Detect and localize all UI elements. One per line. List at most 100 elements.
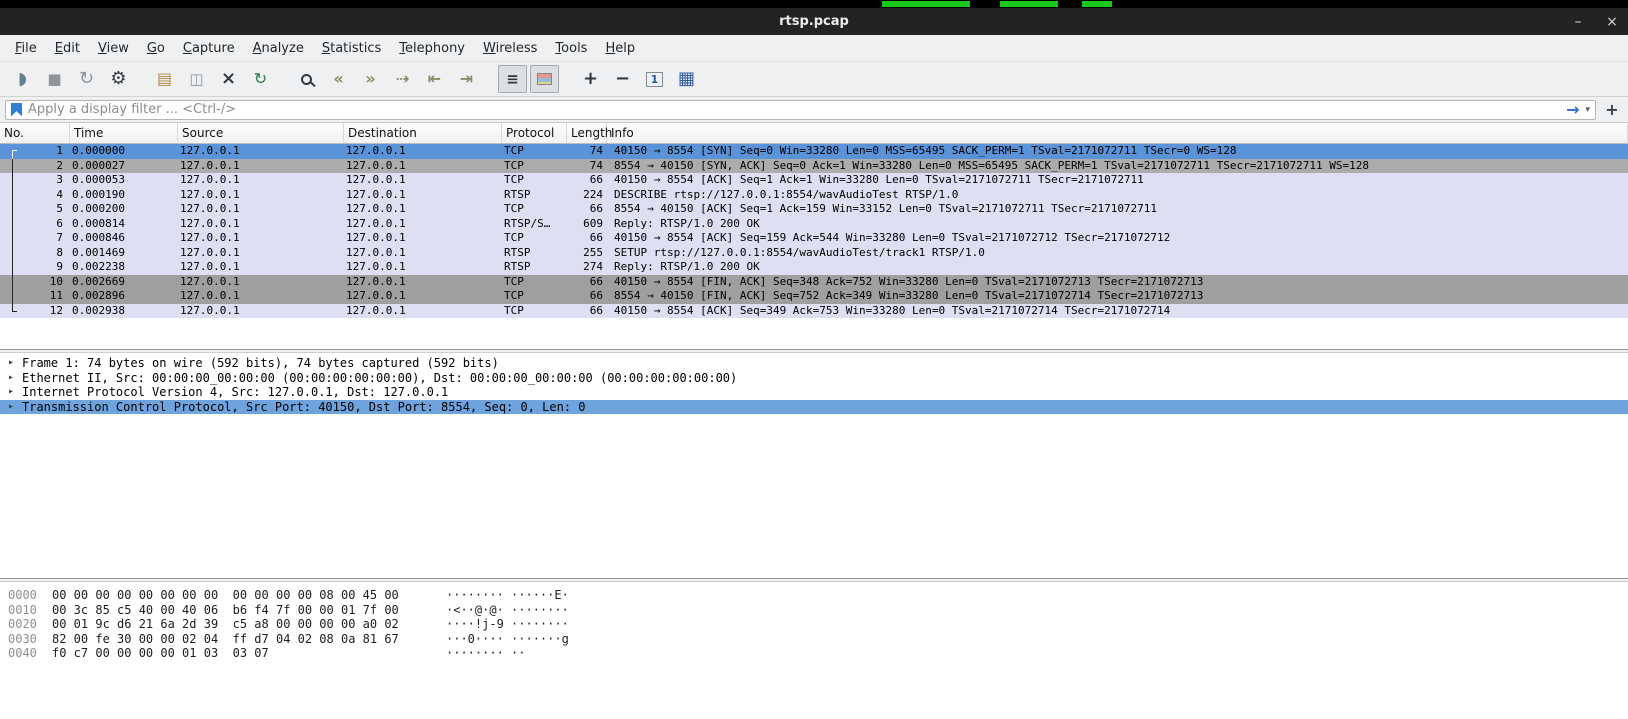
minimize-icon[interactable]: – <box>1570 14 1586 30</box>
packet-row[interactable]: 60.000814127.0.0.1127.0.0.1RTSP/S…609Rep… <box>0 217 1628 232</box>
close-icon[interactable]: × <box>1604 14 1620 30</box>
menu-go[interactable]: Go <box>138 37 174 60</box>
window-title: rtsp.pcap <box>779 14 849 29</box>
save-file-icon: ◫ <box>189 72 203 87</box>
auto-scroll-button[interactable]: ≡ <box>498 65 527 93</box>
column-header-time[interactable]: Time <box>70 123 178 143</box>
resize-columns-button[interactable]: ▦ <box>672 65 701 93</box>
zoom-original-icon: 1 <box>646 72 664 87</box>
first-packet-icon: ⇤ <box>428 71 441 87</box>
packet-row[interactable]: 90.002238127.0.0.1127.0.0.1RTSP274Reply:… <box>0 260 1628 275</box>
packet-row[interactable]: 120.002938127.0.0.1127.0.0.1TCP6640150 →… <box>0 304 1628 319</box>
expander-icon[interactable] <box>0 385 22 400</box>
zoom-out-icon: − <box>615 70 630 88</box>
menu-tools[interactable]: Tools <box>546 37 596 60</box>
capture-options-button[interactable]: ⚙ <box>104 65 133 93</box>
close-file-icon: × <box>221 70 236 88</box>
packet-row[interactable]: 110.002896127.0.0.1127.0.0.1TCP668554 → … <box>0 289 1628 304</box>
go-to-packet-button[interactable]: ⇢ <box>388 65 417 93</box>
zoom-original-button[interactable]: 1 <box>640 65 669 93</box>
resize-columns-icon: ▦ <box>678 70 695 88</box>
column-header-source[interactable]: Source <box>178 123 344 143</box>
last-packet-icon: ⇥ <box>460 71 473 87</box>
packet-row[interactable]: 10.000000127.0.0.1127.0.0.1TCP7440150 → … <box>0 144 1628 159</box>
add-filter-button[interactable]: + <box>1601 100 1623 119</box>
packet-row[interactable]: 20.000027127.0.0.1127.0.0.1TCP748554 → 4… <box>0 159 1628 174</box>
menu-edit[interactable]: Edit <box>46 37 89 60</box>
capture-options-icon: ⚙ <box>110 70 126 88</box>
packet-row[interactable]: 70.000846127.0.0.1127.0.0.1TCP6640150 → … <box>0 231 1628 246</box>
detail-row-ethernet[interactable]: Ethernet II, Src: 00:00:00_00:00:00 (00:… <box>0 371 1628 386</box>
display-filter-input[interactable] <box>28 102 1560 117</box>
packet-list-empty-area <box>0 318 1628 349</box>
main-toolbar: ◗ ■ ↻ ⚙ ▤ ◫ × ↻ « » ⇢ ⇤ ⇥ ≡ + − 1 ▦ <box>0 62 1628 97</box>
detail-row-frame[interactable]: Frame 1: 74 bytes on wire (592 bits), 74… <box>0 356 1628 371</box>
restart-capture-icon: ↻ <box>79 70 94 88</box>
packet-list-header: No. Time Source Destination Protocol Len… <box>0 123 1628 144</box>
hex-row[interactable]: 0020 00 01 9c d6 21 6a 2d 39 c5 a8 00 00… <box>8 617 1628 632</box>
detail-row-ip[interactable]: Internet Protocol Version 4, Src: 127.0.… <box>0 385 1628 400</box>
zoom-in-button[interactable]: + <box>576 65 605 93</box>
packet-details-pane: Frame 1: 74 bytes on wire (592 bits), 74… <box>0 353 1628 578</box>
menu-capture[interactable]: Capture <box>174 37 244 60</box>
packet-row[interactable]: 100.002669127.0.0.1127.0.0.1TCP6640150 →… <box>0 275 1628 290</box>
packet-row[interactable]: 50.000200127.0.0.1127.0.0.1TCP668554 → 4… <box>0 202 1628 217</box>
open-file-button[interactable]: ▤ <box>150 65 179 93</box>
hex-row[interactable]: 0010 00 3c 85 c5 40 00 40 06 b6 f4 7f 00… <box>8 603 1628 618</box>
detail-row-tcp[interactable]: Transmission Control Protocol, Src Port:… <box>0 400 1628 415</box>
desktop-artifact <box>1082 1 1112 7</box>
menu-statistics[interactable]: Statistics <box>313 37 390 60</box>
find-packet-icon <box>301 74 312 85</box>
start-capture-icon: ◗ <box>18 71 27 88</box>
save-file-button[interactable]: ◫ <box>182 65 211 93</box>
hex-row[interactable]: 0000 00 00 00 00 00 00 00 00 00 00 00 00… <box>8 588 1628 603</box>
menu-file[interactable]: File <box>6 37 46 60</box>
packet-row[interactable]: 80.001469127.0.0.1127.0.0.1RTSP255SETUP … <box>0 246 1628 261</box>
desktop-background <box>0 0 1628 8</box>
menubar: File Edit View Go Capture Analyze Statis… <box>0 35 1628 62</box>
start-capture-button[interactable]: ◗ <box>8 65 37 93</box>
filter-bar: → ▾ + <box>0 97 1628 123</box>
go-forward-button[interactable]: » <box>356 65 385 93</box>
first-packet-button[interactable]: ⇤ <box>420 65 449 93</box>
menu-help[interactable]: Help <box>596 37 644 60</box>
zoom-in-icon: + <box>583 70 598 88</box>
stop-capture-button[interactable]: ■ <box>40 65 69 93</box>
packet-row[interactable]: 30.000053127.0.0.1127.0.0.1TCP6640150 → … <box>0 173 1628 188</box>
colorize-icon <box>537 73 552 85</box>
reload-file-icon: ↻ <box>254 71 267 87</box>
apply-filter-icon[interactable]: → <box>1566 102 1579 118</box>
column-header-no[interactable]: No. <box>0 123 70 143</box>
hex-row[interactable]: 0030 82 00 fe 30 00 00 02 04 ff d7 04 02… <box>8 632 1628 647</box>
display-filter-field[interactable]: → ▾ <box>5 100 1596 120</box>
column-header-protocol[interactable]: Protocol <box>502 123 567 143</box>
filter-bookmark-icon[interactable] <box>11 103 22 117</box>
hex-dump-pane: 0000 00 00 00 00 00 00 00 00 00 00 00 00… <box>0 582 1628 719</box>
restart-capture-button[interactable]: ↻ <box>72 65 101 93</box>
auto-scroll-icon: ≡ <box>506 72 519 87</box>
colorize-button[interactable] <box>530 65 559 93</box>
packet-row[interactable]: 40.000190127.0.0.1127.0.0.1RTSP224DESCRI… <box>0 188 1628 203</box>
column-header-length[interactable]: Length <box>567 123 607 143</box>
column-header-destination[interactable]: Destination <box>344 123 502 143</box>
menu-view[interactable]: View <box>89 37 138 60</box>
wireshark-window: rtsp.pcap – × File Edit View Go Capture … <box>0 0 1628 719</box>
close-file-button[interactable]: × <box>214 65 243 93</box>
hex-row[interactable]: 0040 f0 c7 00 00 00 00 01 03 03 07 ·····… <box>8 646 1628 661</box>
zoom-out-button[interactable]: − <box>608 65 637 93</box>
go-back-icon: « <box>333 71 343 87</box>
find-packet-button[interactable] <box>292 65 321 93</box>
reload-file-button[interactable]: ↻ <box>246 65 275 93</box>
expander-icon[interactable] <box>0 371 22 386</box>
last-packet-button[interactable]: ⇥ <box>452 65 481 93</box>
filter-dropdown-icon[interactable]: ▾ <box>1585 105 1590 115</box>
titlebar[interactable]: rtsp.pcap – × <box>0 8 1628 35</box>
menu-analyze[interactable]: Analyze <box>244 37 313 60</box>
go-back-button[interactable]: « <box>324 65 353 93</box>
desktop-artifact <box>1000 1 1058 7</box>
menu-wireless[interactable]: Wireless <box>474 37 546 60</box>
menu-telephony[interactable]: Telephony <box>390 37 474 60</box>
expander-icon[interactable] <box>0 356 22 371</box>
column-header-info[interactable]: Info <box>607 123 1628 143</box>
expander-icon[interactable] <box>0 400 22 415</box>
